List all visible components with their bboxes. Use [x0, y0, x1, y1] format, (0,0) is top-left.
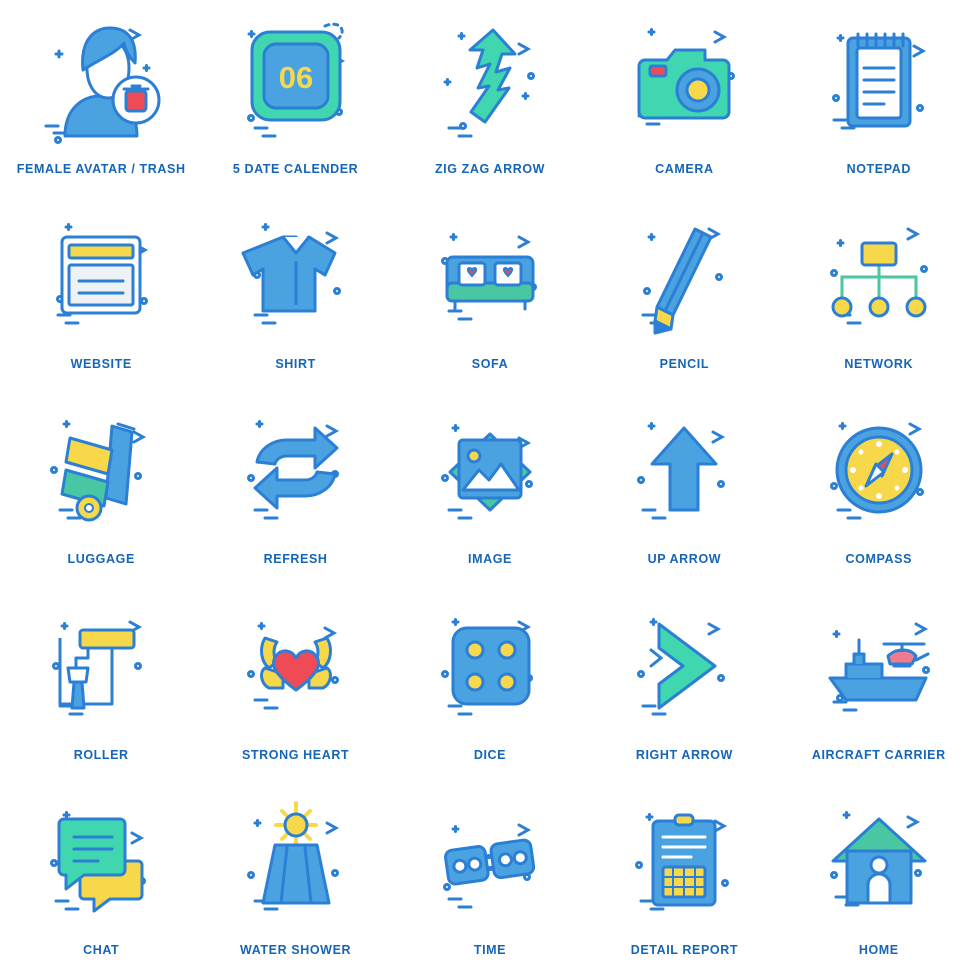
icon-label: RIGHT ARROW	[635, 747, 733, 762]
notepad-icon	[784, 8, 974, 148]
icon-label: STRONG HEART	[241, 747, 350, 762]
up-arrow-icon	[589, 398, 779, 538]
icon-label: AIRCRAFT CARRIER	[811, 747, 946, 762]
shirt-icon	[201, 203, 391, 343]
icon-cell-zig-zag-arrow[interactable]: ZIG ZAG ARROW	[393, 4, 587, 199]
zig-zag-arrow-icon	[395, 8, 585, 148]
icon-label: NETWORK	[844, 357, 914, 372]
icon-label: 5 DATE CALENDER	[232, 162, 359, 176]
time-icon	[395, 789, 585, 929]
icon-cell-time[interactable]: TIME	[393, 785, 587, 980]
aircraft-carrier-icon	[784, 594, 974, 734]
calendar-icon: 06	[201, 8, 391, 148]
icon-label: CAMERA	[655, 162, 714, 176]
website-icon	[6, 203, 196, 343]
chat-icon	[6, 789, 196, 929]
icon-label: SOFA	[471, 357, 509, 372]
icon-cell-shirt[interactable]: SHIRT	[198, 199, 392, 394]
icon-cell-chat[interactable]: CHAT	[4, 785, 198, 980]
icon-cell-water-shower[interactable]: WATER SHOWER	[198, 785, 392, 980]
icon-label: WEBSITE	[70, 357, 132, 372]
home-icon	[784, 789, 974, 929]
icon-label: COMPASS	[845, 552, 913, 567]
icon-cell-strong-heart[interactable]: STRONG HEART	[198, 590, 392, 785]
icon-label: ROLLER	[73, 747, 129, 762]
icon-grid: FEMALE AVATAR / TRASH 06 5 DATE CALENDER	[0, 0, 980, 980]
female-avatar-trash-icon	[6, 8, 196, 148]
icon-label: HOME	[858, 942, 899, 957]
icon-cell-camera[interactable]: CAMERA	[587, 4, 781, 199]
icon-label: UP ARROW	[647, 552, 722, 567]
icon-cell-right-arrow[interactable]: RIGHT ARROW	[587, 590, 781, 785]
icon-cell-home[interactable]: HOME	[782, 785, 976, 980]
roller-icon	[6, 594, 196, 734]
icon-cell-dice[interactable]: DICE	[393, 590, 587, 785]
icon-label: WATER SHOWER	[240, 942, 352, 957]
water-shower-icon	[201, 789, 391, 929]
icon-cell-up-arrow[interactable]: UP ARROW	[587, 394, 781, 589]
strong-heart-icon	[201, 594, 391, 734]
icon-cell-sofa[interactable]: SOFA	[393, 199, 587, 394]
icon-label: DETAIL REPORT	[630, 942, 739, 957]
icon-label: DICE	[473, 747, 507, 762]
icon-label: SHIRT	[275, 357, 316, 372]
camera-icon	[589, 8, 779, 148]
icon-label: CHAT	[83, 942, 120, 957]
icon-label: FEMALE AVATAR / TRASH	[16, 162, 186, 176]
icon-cell-refresh[interactable]: REFRESH	[198, 394, 392, 589]
dice-icon	[395, 594, 585, 734]
sofa-icon	[395, 203, 585, 343]
calendar-value: 06	[278, 60, 312, 95]
icon-label: IMAGE	[468, 552, 512, 567]
icon-label: PENCIL	[659, 357, 710, 372]
icon-cell-roller[interactable]: ROLLER	[4, 590, 198, 785]
network-icon	[784, 203, 974, 343]
icon-label: ZIG ZAG ARROW	[434, 162, 546, 176]
icon-cell-compass[interactable]: COMPASS	[782, 394, 976, 589]
image-icon	[395, 398, 585, 538]
icon-label: LUGGAGE	[67, 552, 135, 567]
luggage-icon	[6, 398, 196, 538]
icon-cell-website[interactable]: WEBSITE	[4, 199, 198, 394]
icon-cell-pencil[interactable]: PENCIL	[587, 199, 781, 394]
icon-label: NOTEPAD	[846, 162, 911, 176]
pencil-icon	[589, 203, 779, 343]
compass-icon	[784, 398, 974, 538]
icon-cell-aircraft-carrier[interactable]: AIRCRAFT CARRIER	[782, 590, 976, 785]
refresh-icon	[201, 398, 391, 538]
icon-cell-5-date-calender[interactable]: 06 5 DATE CALENDER	[198, 4, 392, 199]
icon-cell-network[interactable]: NETWORK	[782, 199, 976, 394]
icon-cell-notepad[interactable]: NOTEPAD	[782, 4, 976, 199]
icon-cell-image[interactable]: IMAGE	[393, 394, 587, 589]
icon-cell-detail-report[interactable]: DETAIL REPORT	[587, 785, 781, 980]
icon-cell-luggage[interactable]: LUGGAGE	[4, 394, 198, 589]
detail-report-icon	[589, 789, 779, 929]
icon-label: TIME	[473, 942, 507, 957]
icon-cell-female-avatar-trash[interactable]: FEMALE AVATAR / TRASH	[4, 4, 198, 199]
right-arrow-icon	[589, 594, 779, 734]
icon-label: REFRESH	[263, 552, 328, 567]
